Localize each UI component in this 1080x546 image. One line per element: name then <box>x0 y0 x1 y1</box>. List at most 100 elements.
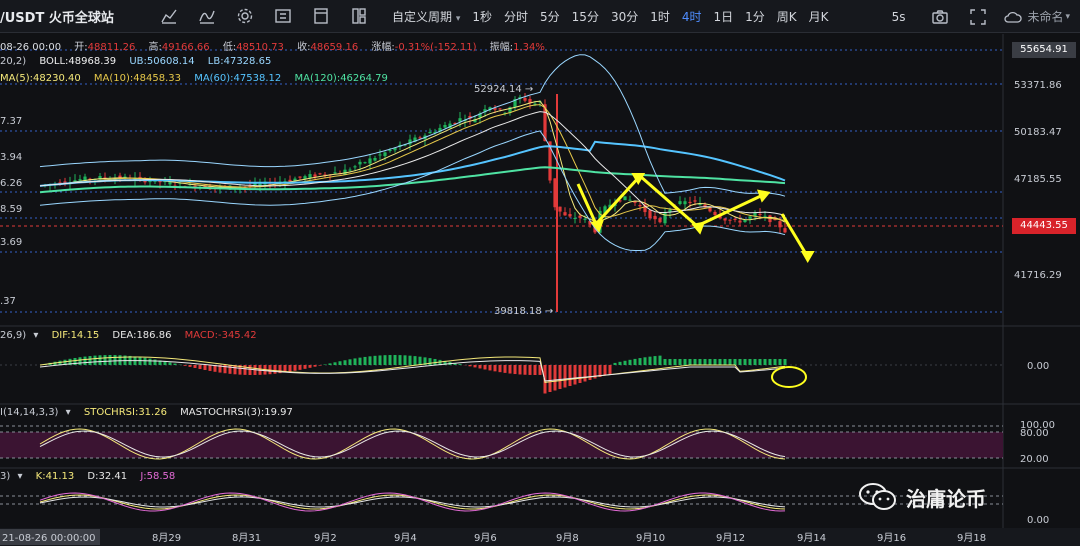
time-tick: 9月6 <box>474 532 497 544</box>
macd-bar <box>298 365 302 370</box>
split-icon[interactable] <box>340 0 378 33</box>
ma-info: MA(5):48230.40 MA(10):48458.33 MA(60):47… <box>0 73 398 84</box>
period-1[interactable]: 分时 <box>498 8 534 25</box>
indicator-icon[interactable] <box>188 0 226 33</box>
left-price-tick: 3.94 <box>0 152 22 163</box>
period-2[interactable]: 5分 <box>534 8 566 25</box>
period-10[interactable]: 月K <box>803 8 835 25</box>
time-tick: 9月14 <box>797 532 826 544</box>
macd-bar <box>743 359 747 365</box>
macd-bar <box>633 358 637 365</box>
candle-body <box>728 219 732 221</box>
period-8[interactable]: 1分 <box>739 8 771 25</box>
period-9[interactable]: 周K <box>771 8 803 25</box>
macd-bar <box>683 359 687 365</box>
macd-bar <box>723 359 727 365</box>
dropdown-icon[interactable]: ▾ <box>17 471 22 482</box>
candle-body <box>308 174 312 178</box>
kdj-params: 3) <box>0 471 11 482</box>
candle-body <box>658 218 662 223</box>
chevron-down-icon: ▾ <box>1065 11 1070 22</box>
macd-bar <box>318 365 322 366</box>
macd-bar <box>148 358 152 365</box>
macd-bar <box>663 359 667 365</box>
period-7[interactable]: 1日 <box>708 8 740 25</box>
macd-bar <box>638 358 642 365</box>
candle-body <box>373 157 377 161</box>
candle-body <box>288 179 292 182</box>
period-0[interactable]: 1秒 <box>466 8 498 25</box>
macd-bar <box>373 355 377 365</box>
macd-bar <box>433 358 437 365</box>
macd-bar <box>563 365 567 388</box>
macd-bar <box>523 365 527 375</box>
info-date: 08-26 00:00 <box>0 42 62 53</box>
period-selector: 1秒 分时 5分 15分 30分 1时 4时 1日 1分 周K 月K <box>466 8 834 25</box>
candle-body <box>648 210 652 219</box>
cloud-icon <box>1004 11 1023 23</box>
candle-body <box>713 211 717 216</box>
macd-bar <box>573 365 577 385</box>
boll-lower <box>39 130 786 251</box>
candle-body <box>708 207 712 212</box>
candles-icon[interactable] <box>150 0 188 33</box>
macd-bar <box>78 357 82 365</box>
candle-body <box>363 162 367 164</box>
symbol-label[interactable]: /USDT 火币全球站 <box>0 7 150 26</box>
macd-bar <box>568 365 572 386</box>
macd-bar <box>773 359 777 365</box>
period-4[interactable]: 30分 <box>605 8 644 25</box>
macd-bar <box>188 365 192 367</box>
period-6[interactable]: 4时 <box>676 8 708 25</box>
candle-body <box>78 179 82 181</box>
custom-period-button[interactable]: 自定义周期 ▾ <box>386 8 466 25</box>
candle-body <box>368 158 372 164</box>
candle-body <box>738 220 742 223</box>
macd-bar <box>703 359 707 365</box>
refresh-interval[interactable]: 5s <box>886 10 912 24</box>
macd-bar <box>293 365 297 371</box>
time-tick: 9月8 <box>556 532 579 544</box>
candle-body <box>428 131 432 134</box>
macd-bar <box>368 356 372 365</box>
macd-bar <box>383 355 387 365</box>
macd-bar <box>533 365 537 375</box>
arrow-head <box>756 189 771 203</box>
macd-bar <box>478 365 482 369</box>
macd-bar <box>103 355 107 365</box>
stochrsi-info: I(14,14,3,3) ▾ STOCHRSI:31.26 MASTOCHRSI… <box>0 407 303 418</box>
candle-body <box>558 206 562 212</box>
boll-info: 20,2) BOLL:48968.39 UB:50608.14 LB:47328… <box>0 56 281 67</box>
layout-icon[interactable] <box>302 0 340 33</box>
macd-bar <box>113 355 117 365</box>
time-tick: 21-08-26 00:00:00 <box>2 533 95 544</box>
macd-bar <box>363 356 367 365</box>
candle-body <box>628 199 632 201</box>
macd-bar <box>653 356 657 365</box>
dropdown-icon[interactable]: ▾ <box>66 407 71 418</box>
macd-bar <box>728 359 732 365</box>
macd-bar <box>408 355 412 365</box>
left-price-tick: .37 <box>0 296 16 307</box>
macd-bar <box>708 359 712 365</box>
candle-body <box>783 228 787 233</box>
chart-canvas[interactable]: 53371.86 50183.47 47185.55 44443.55 41716.29… <box>0 34 1080 546</box>
camera-icon[interactable] <box>921 0 959 33</box>
info-amplitude: 振幅:1.34% <box>489 42 545 53</box>
settings-icon[interactable] <box>226 0 264 33</box>
macd-bar <box>353 358 357 365</box>
stoch-params: I(14,14,3,3) <box>0 407 59 418</box>
toolbar-right: 5s 未命名 ▾ <box>886 0 1080 33</box>
period-3[interactable]: 15分 <box>566 8 605 25</box>
ohlc-info: 08-26 00:00 开:48811.26 高:49166.66 低:4851… <box>0 38 555 53</box>
macd-bar <box>733 359 737 365</box>
candle-body <box>568 214 572 217</box>
user-menu[interactable]: 未命名 ▾ <box>997 8 1080 25</box>
macd-bar <box>498 365 502 373</box>
time-tick: 9月2 <box>314 532 337 544</box>
dropdown-icon[interactable]: ▾ <box>33 330 38 341</box>
period-5[interactable]: 1时 <box>644 8 676 25</box>
left-price-tick: 7.37 <box>0 116 22 127</box>
fullscreen-icon[interactable] <box>264 0 302 33</box>
expand-icon[interactable] <box>959 0 997 33</box>
